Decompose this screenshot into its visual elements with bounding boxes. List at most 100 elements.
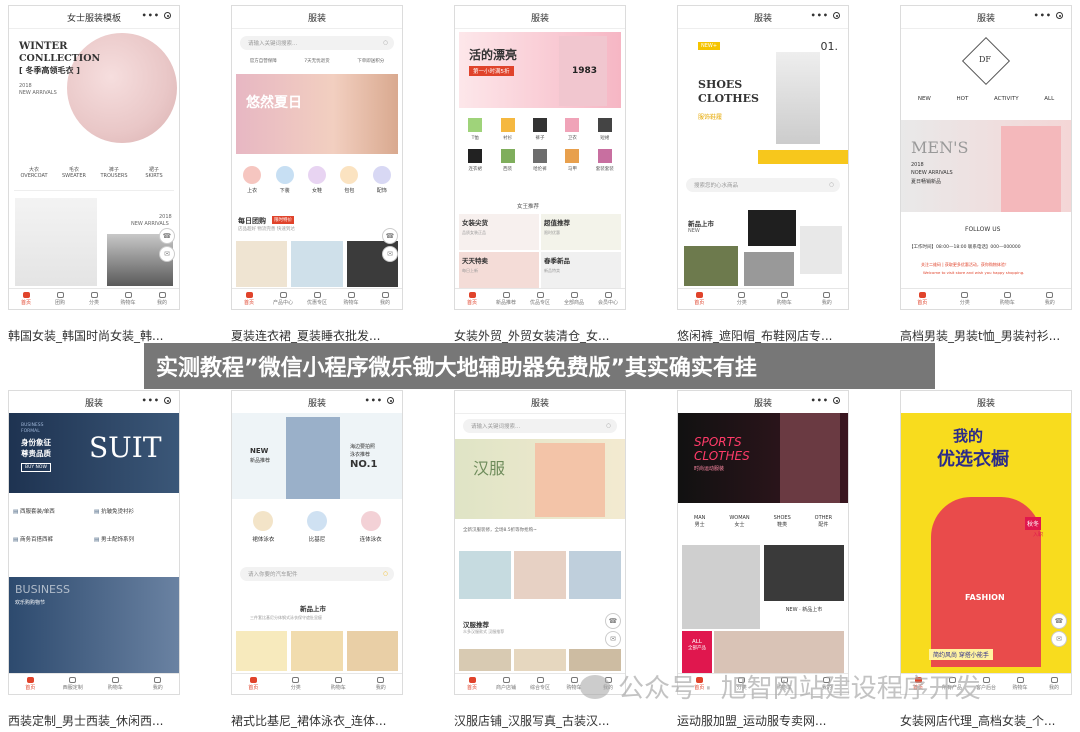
phone-icon[interactable]: ☎ (1051, 613, 1067, 629)
tab-home[interactable]: 首页 (678, 289, 721, 309)
product-image[interactable] (744, 252, 794, 286)
product-image[interactable] (800, 226, 842, 274)
tab-category[interactable]: 分类 (721, 289, 764, 309)
phone-icon[interactable]: ☎ (382, 228, 398, 244)
search-input[interactable]: 请输入关键词搜索... ○ (463, 419, 617, 433)
tab-cart[interactable]: 购物车 (94, 674, 137, 694)
template-card-7[interactable]: 服装 ••• NEW 新品推荐 海边要拍照 泳衣推荐 NO.1 裙体泳衣 比基尼… (231, 390, 403, 695)
product-image[interactable] (748, 210, 796, 246)
template-caption-6[interactable]: 西装定制_男士西装_休闲西... (8, 712, 180, 729)
recommend-item[interactable]: 春季新品 新品特卖 (541, 252, 621, 288)
product-image[interactable] (291, 631, 343, 671)
menu-item-accessories[interactable]: ▤ 男士配饰系列 (94, 535, 175, 543)
category-item[interactable]: 衬衫 (491, 118, 523, 141)
template-caption-2[interactable]: 夏装连衣裙_夏装睡衣批发... (231, 327, 403, 344)
template-caption-5[interactable]: 高档男装_男装t恤_男装衬衫... (900, 327, 1072, 344)
template-caption-7[interactable]: 裙式比基尼_裙体泳衣_连体... (231, 712, 403, 729)
tab-all[interactable]: 全部商品 (557, 289, 591, 309)
service-icon[interactable]: ✉ (159, 246, 175, 262)
tab-mine[interactable]: 我的 (806, 289, 849, 309)
nav-new[interactable]: NEW (918, 96, 931, 102)
category-item[interactable]: 哈伦裤 (524, 149, 556, 172)
category-item[interactable]: 套装套装 (589, 149, 621, 172)
category-item[interactable]: 西装 (491, 149, 523, 172)
nav-activity[interactable]: ACTIVITY (994, 96, 1019, 102)
product-image[interactable] (684, 246, 738, 286)
tab-category[interactable]: 分类 (77, 289, 111, 309)
service-icon[interactable]: ✉ (1051, 631, 1067, 647)
product-image[interactable] (764, 545, 844, 601)
tab-home[interactable]: 首页 (455, 674, 489, 694)
template-card-4[interactable]: 服装 ••• NEW+ 01. SHOES CLOTHES 服饰鞋履 搜索您的心… (677, 5, 849, 310)
tab-new[interactable]: 新品推荐 (489, 289, 523, 309)
category-item[interactable]: 卫衣 (556, 118, 588, 141)
template-card-9[interactable]: 服装 ••• SPORTS CLOTHES 时尚运动服装 MAN 男士 WOMAN… (677, 390, 849, 695)
hero-section[interactable]: NEW+ 01. SHOES CLOTHES 服饰鞋履 (678, 30, 848, 168)
category-skirt-swim[interactable]: 裙体泳衣 (252, 511, 274, 543)
product-image[interactable] (236, 631, 288, 671)
category-onepiece[interactable]: 连体泳衣 (360, 511, 382, 543)
template-caption-10[interactable]: 女装网店代理_高档女装_个... (900, 712, 1072, 729)
product-image[interactable] (459, 649, 511, 671)
product-image[interactable] (346, 631, 398, 671)
hero-banner[interactable]: SPORTS CLOTHES 时尚运动服装 (678, 413, 848, 503)
product-image[interactable] (682, 545, 760, 629)
tab-discount[interactable]: 优惠专区 (300, 289, 334, 309)
banner-image[interactable]: 悠然夏日 (236, 74, 398, 154)
template-caption-3[interactable]: 女装外贸_外贸女装清仓_女... (454, 327, 626, 344)
menu-item-trousers[interactable]: ▤ 商务百搭西裤 (13, 535, 94, 543)
tab-cart[interactable]: 购物车 (111, 289, 145, 309)
hero-banner[interactable]: BUSINESS FORMAL 身份象征 尊贵品质 BUY NOW SUIT (9, 413, 179, 493)
template-card-8[interactable]: 服装 请输入关键词搜索... ○ 汉服 全新汉服装修，全场8.5折等你抢购~ 汉服… (454, 390, 626, 695)
tab-mine[interactable]: 我的 (360, 674, 403, 694)
recommend-item[interactable]: 天天特卖 每日上新 (459, 252, 539, 288)
tab-zone[interactable]: 优品专区 (523, 289, 557, 309)
tab-cart[interactable]: 购物车 (1003, 674, 1037, 694)
search-input[interactable]: 搜索您的心水商品 ○ (686, 178, 840, 192)
category-shoes[interactable]: SHOES 鞋类 (774, 515, 791, 528)
tab-home[interactable]: 首页 (901, 289, 944, 309)
category-trousers[interactable]: 裤子 TROUSERS (94, 166, 134, 190)
tab-mine[interactable]: 我的 (137, 674, 180, 694)
tab-cart[interactable]: 购物车 (317, 674, 360, 694)
tab-mine[interactable]: 我的 (1029, 289, 1072, 309)
tab-zone[interactable]: 综合专区 (523, 674, 557, 694)
search-input[interactable]: 请输入关键词搜索... ○ (240, 36, 394, 50)
phone-icon[interactable]: ☎ (159, 228, 175, 244)
menu-item-shirts[interactable]: ▤ 抗皱免烫衬衫 (94, 507, 175, 515)
nav-hot[interactable]: HOT (957, 96, 969, 102)
icon-bottom[interactable]: 下装 (275, 166, 294, 194)
template-card-5[interactable]: 服装 ••• DF NEW HOT ACTIVITY ALL MEN'S 201… (900, 5, 1072, 310)
icon-top[interactable]: 上衣 (243, 166, 262, 194)
product-image[interactable] (291, 241, 343, 287)
banner-image[interactable]: 活的漂亮 第一小时满5折 1983 (459, 32, 621, 108)
tab-cart[interactable]: 购物车 (334, 289, 368, 309)
tab-home[interactable]: 首页 (9, 674, 52, 694)
tab-shops[interactable]: 商户店铺 (489, 674, 523, 694)
tab-cart[interactable]: 购物车 (986, 289, 1029, 309)
recommend-item[interactable]: 女装尖货 品质女装正品 (459, 214, 539, 250)
category-sweater[interactable]: 毛衣 SWEATER (54, 166, 94, 190)
category-overcoat[interactable]: 大衣 OVERCOAT (14, 166, 54, 190)
product-image[interactable] (236, 241, 288, 287)
tab-mine[interactable]: 我的 (145, 289, 179, 309)
template-card-1[interactable]: 女士服装模板 ••• WINTER CONLLECTION [ 冬季高领毛衣 ]… (8, 5, 180, 310)
category-item[interactable]: 马甲 (556, 149, 588, 172)
buy-now-button[interactable]: BUY NOW (21, 463, 51, 472)
category-item[interactable]: 连衣裙 (459, 149, 491, 172)
hero-poster[interactable]: 我的 优选衣橱 FASHION 秋冬 入职 简约风尚 穿搭小能手 (901, 413, 1071, 673)
tab-mine[interactable]: 我的 (368, 289, 402, 309)
category-woman[interactable]: WOMAN 女士 (729, 515, 749, 528)
service-icon[interactable]: ✉ (605, 631, 621, 647)
tab-category[interactable]: 分类 (275, 674, 318, 694)
menu-item-suits[interactable]: ▤ 西服套装/单西 (13, 507, 94, 515)
recommend-item[interactable]: 超值推荐 限时优惠 (541, 214, 621, 250)
icon-bags[interactable]: 包包 (340, 166, 359, 194)
tab-products[interactable]: 产品中心 (266, 289, 300, 309)
template-caption-9[interactable]: 运动服加盟_运动服专卖网... (677, 712, 849, 729)
category-item[interactable]: 短裙 (589, 118, 621, 141)
category-item[interactable]: T恤 (459, 118, 491, 141)
product-image[interactable] (714, 631, 844, 673)
icon-shoes[interactable]: 女鞋 (307, 166, 326, 194)
tab-home[interactable]: 首页 (232, 674, 275, 694)
